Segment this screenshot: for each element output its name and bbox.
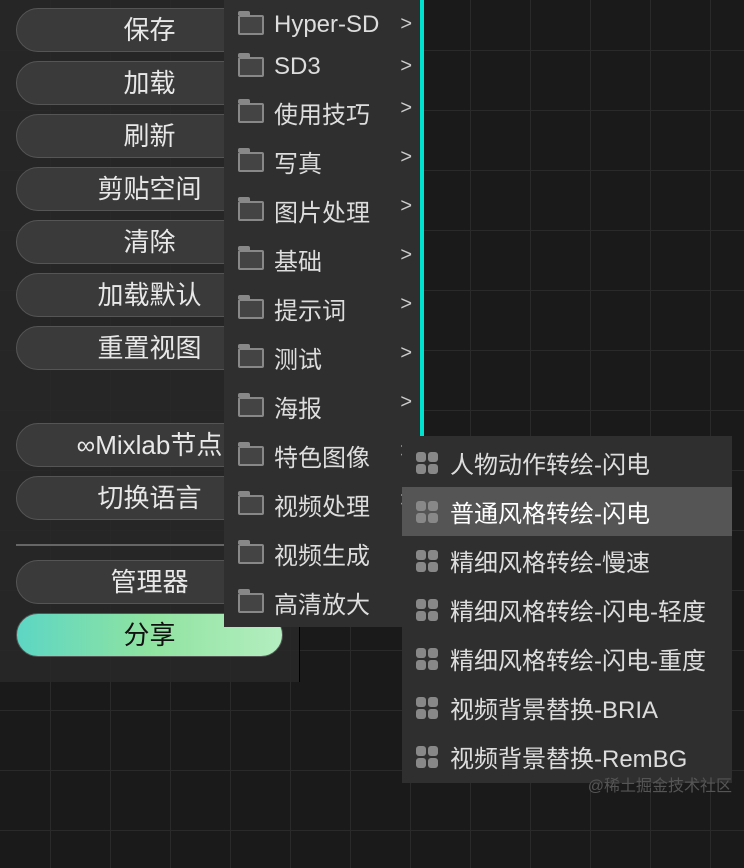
folder-menu-label: 特色图像 [274, 438, 410, 473]
node-icon [416, 599, 438, 621]
folder-menu-item[interactable]: 海报> [224, 382, 420, 431]
workflow-menu-label: 视频背景替换-RemBG [450, 739, 687, 774]
folder-menu-item[interactable]: 视频处理> [224, 480, 420, 529]
folder-icon [238, 348, 264, 368]
folder-menu-label: 视频处理 [274, 487, 410, 522]
folder-icon [238, 15, 264, 35]
folder-menu-label: 使用技巧 [274, 95, 410, 130]
folder-menu-item[interactable]: 高清放大 [224, 578, 420, 627]
folder-menu-item[interactable]: 基础> [224, 235, 420, 284]
folder-menu-item[interactable]: 写真> [224, 137, 420, 186]
workflow-menu-item[interactable]: 精细风格转绘-闪电-重度 [402, 634, 732, 683]
folder-menu-item[interactable]: 视频生成 [224, 529, 420, 578]
folder-icon [238, 250, 264, 270]
folder-icon [238, 593, 264, 613]
folder-menu-label: 图片处理 [274, 193, 410, 228]
folder-icon [238, 103, 264, 123]
chevron-right-icon: > [400, 13, 412, 36]
node-icon [416, 648, 438, 670]
folder-menu-label: 提示词 [274, 291, 410, 326]
node-icon [416, 697, 438, 719]
folder-menu-item[interactable]: 图片处理> [224, 186, 420, 235]
chevron-right-icon: > [400, 55, 412, 78]
folder-icon [238, 57, 264, 77]
folder-menu-label: SD3 [274, 53, 410, 81]
chevron-right-icon: > [400, 391, 412, 414]
workflow-menu-label: 普通风格转绘-闪电 [450, 494, 650, 529]
folder-menu-label: Hyper-SD [274, 11, 410, 39]
workflow-menu-item[interactable]: 精细风格转绘-慢速 [402, 536, 732, 585]
node-icon [416, 452, 438, 474]
workflow-menu-label: 人物动作转绘-闪电 [450, 445, 650, 480]
chevron-right-icon: > [400, 244, 412, 267]
folder-icon [238, 152, 264, 172]
workflow-menu-item[interactable]: 普通风格转绘-闪电 [402, 487, 732, 536]
folder-icon [238, 544, 264, 564]
node-icon [416, 501, 438, 523]
folder-menu: Hyper-SD>SD3>使用技巧>写真>图片处理>基础>提示词>测试>海报>特… [224, 0, 424, 627]
chevron-right-icon: > [400, 342, 412, 365]
workflow-menu-label: 精细风格转绘-闪电-轻度 [450, 592, 706, 627]
workflow-menu-label: 精细风格转绘-闪电-重度 [450, 641, 706, 676]
folder-menu-item[interactable]: 特色图像> [224, 431, 420, 480]
watermark: @稀土掘金技术社区 [588, 772, 732, 796]
folder-menu-item[interactable]: 提示词> [224, 284, 420, 333]
workflow-menu-label: 精细风格转绘-慢速 [450, 543, 650, 578]
workflow-submenu: 人物动作转绘-闪电普通风格转绘-闪电精细风格转绘-慢速精细风格转绘-闪电-轻度精… [402, 436, 732, 783]
folder-icon [238, 397, 264, 417]
folder-menu-label: 视频生成 [274, 536, 410, 571]
chevron-right-icon: > [400, 146, 412, 169]
folder-icon [238, 299, 264, 319]
workflow-menu-item[interactable]: 人物动作转绘-闪电 [402, 438, 732, 487]
folder-menu-item[interactable]: Hyper-SD> [224, 4, 420, 46]
folder-menu-label: 高清放大 [274, 585, 410, 620]
chevron-right-icon: > [400, 195, 412, 218]
folder-icon [238, 495, 264, 515]
workflow-menu-item[interactable]: 视频背景替换-BRIA [402, 683, 732, 732]
folder-menu-item[interactable]: 测试> [224, 333, 420, 382]
folder-menu-label: 海报 [274, 389, 410, 424]
node-icon [416, 746, 438, 768]
folder-menu-item[interactable]: SD3> [224, 46, 420, 88]
node-icon [416, 550, 438, 572]
workflow-menu-item[interactable]: 精细风格转绘-闪电-轻度 [402, 585, 732, 634]
folder-menu-label: 写真 [274, 144, 410, 179]
workflow-menu-label: 视频背景替换-BRIA [450, 690, 658, 725]
folder-icon [238, 446, 264, 466]
folder-menu-label: 测试 [274, 340, 410, 375]
folder-menu-label: 基础 [274, 242, 410, 277]
chevron-right-icon: > [400, 97, 412, 120]
folder-menu-item[interactable]: 使用技巧> [224, 88, 420, 137]
folder-icon [238, 201, 264, 221]
chevron-right-icon: > [400, 293, 412, 316]
